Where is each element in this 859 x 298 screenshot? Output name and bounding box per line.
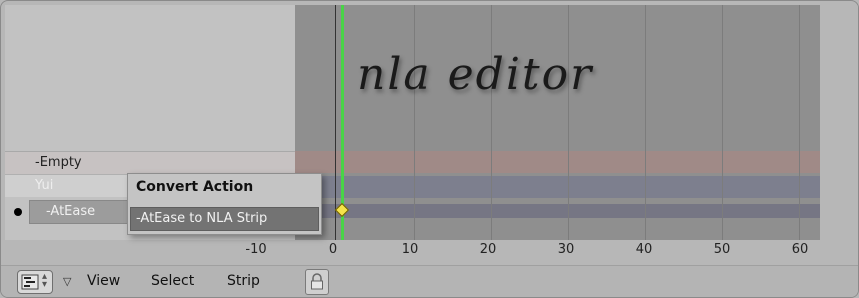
grid-line — [645, 5, 646, 240]
grid-line — [568, 5, 569, 240]
grid-line — [722, 5, 723, 240]
ruler-tick-label: 10 — [401, 242, 419, 257]
channel-empty[interactable]: -Empty — [5, 151, 295, 174]
handwritten-annotation: nla editor — [357, 49, 594, 100]
channel-empty-label: -Empty — [35, 155, 82, 170]
ruler-tick-label: 0 — [328, 242, 338, 257]
channel-atease-label: -AtEase — [46, 204, 96, 219]
nla-editor-icon — [21, 274, 39, 290]
header-bar: ▴ ▾ ▽ View Select Strip — [1, 265, 858, 297]
channel-yui-label: Yui — [35, 178, 54, 193]
menu-view[interactable]: View — [87, 273, 120, 289]
popup-title: Convert Action — [136, 179, 254, 195]
channel-active-dot-icon — [14, 208, 22, 216]
grid-line — [799, 5, 800, 240]
menu-strip[interactable]: Strip — [227, 273, 260, 289]
strip-band-empty — [295, 151, 820, 173]
ruler-tick-label: 40 — [635, 242, 653, 257]
lock-toggle-button[interactable] — [305, 269, 329, 295]
updown-arrows-icon: ▴ ▾ — [42, 271, 48, 290]
zero-frame-line — [335, 5, 336, 240]
grid-line — [414, 5, 415, 240]
popup-item-label: -AtEase to NLA Strip — [136, 211, 268, 226]
menu-select[interactable]: Select — [151, 273, 194, 289]
ruler-tick-label: 20 — [479, 242, 497, 257]
strip-band-yui — [295, 176, 820, 198]
ruler-tick-label: 50 — [713, 242, 731, 257]
popup-item-atease-to-nla-strip[interactable]: -AtEase to NLA Strip — [130, 207, 319, 231]
strip-band-atease — [295, 204, 820, 218]
lock-icon — [311, 273, 323, 290]
ruler-tick-label: -10 — [245, 242, 267, 257]
nla-editor-window: -Empty Yui -AtEase nla editor -10 0 10 2… — [0, 0, 859, 298]
grid-line — [491, 5, 492, 240]
frame-ruler[interactable]: -10 0 10 20 30 40 50 60 — [1, 240, 858, 265]
right-gutter — [820, 5, 858, 240]
ruler-tick-label: 60 — [791, 242, 809, 257]
editor-type-button[interactable]: ▴ ▾ — [17, 270, 53, 294]
convert-action-popup: Convert Action -AtEase to NLA Strip — [127, 173, 322, 235]
collapse-menu-triangle-icon[interactable]: ▽ — [63, 275, 71, 288]
ruler-tick-label: 30 — [557, 242, 575, 257]
nla-timeline[interactable]: nla editor — [295, 5, 820, 240]
